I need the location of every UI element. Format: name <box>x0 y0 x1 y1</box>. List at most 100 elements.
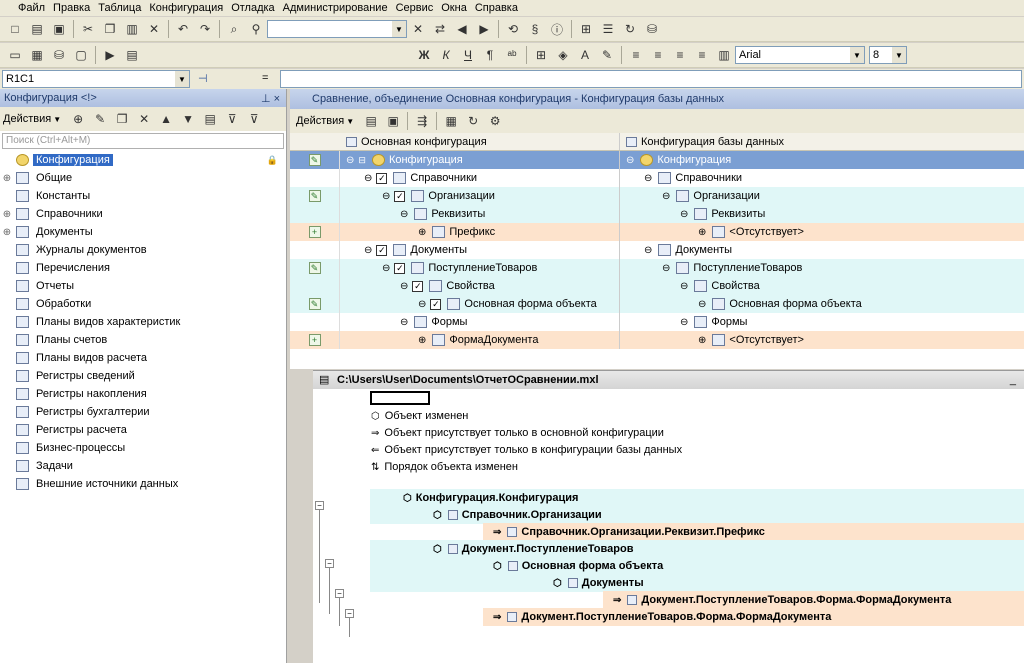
collapse-group-icon[interactable]: − <box>335 589 344 598</box>
config-db-icon[interactable]: ⛁ <box>50 46 68 64</box>
collapse-icon[interactable]: ⊖ <box>662 263 670 274</box>
clear-icon[interactable]: ✕ <box>409 20 427 38</box>
report-tree-item[interactable]: ⬡ Документ.ПоступлениеТоваров <box>433 540 633 558</box>
collapse-icon[interactable]: ⊖ <box>382 191 390 202</box>
header-db-col[interactable]: Конфигурация базы данных <box>620 133 1024 150</box>
db-icon[interactable]: ⛁ <box>643 20 661 38</box>
menu-table[interactable]: Таблица <box>94 2 145 14</box>
tree-item[interactable]: Перечисления <box>0 259 286 277</box>
refresh-icon[interactable]: ↻ <box>464 112 482 130</box>
highlight-icon[interactable]: ✎ <box>598 46 616 64</box>
chevron-down-icon[interactable]: ▼ <box>53 115 61 124</box>
text-color-icon[interactable]: A <box>576 46 594 64</box>
expand-icon[interactable]: ⊕ <box>0 209 14 220</box>
tree-item[interactable]: Задачи <box>0 457 286 475</box>
tree-item[interactable]: Регистры бухгалтерии <box>0 403 286 421</box>
underline-icon[interactable]: Ч <box>459 46 477 64</box>
cut-icon[interactable]: ✂ <box>79 20 97 38</box>
add-mark-icon[interactable]: + <box>308 334 321 346</box>
group-bracket[interactable]: − <box>345 609 358 637</box>
tree-item[interactable]: Конфигурация 🔒 <box>0 151 286 169</box>
collapse-icon[interactable]: ⊖ <box>644 245 652 256</box>
tree-item[interactable]: Внешние источники данных <box>0 475 286 493</box>
tree-item[interactable]: Журналы документов <box>0 241 286 259</box>
save-icon[interactable]: ▣ <box>50 20 68 38</box>
save-icon[interactable]: ▣ <box>384 112 402 130</box>
collapse-icon[interactable]: ⊕ <box>698 227 706 238</box>
compare-row[interactable]: + ⊕ Префикс ⊕ <Отсутствует> <box>290 223 1024 241</box>
compare-actions-button[interactable]: Действия <box>296 115 344 127</box>
align-left-icon[interactable]: ≡ <box>627 46 645 64</box>
debug-icon[interactable]: ▤ <box>123 46 141 64</box>
module-icon[interactable]: § <box>526 20 544 38</box>
collapse-icon[interactable]: ⊖ <box>626 155 634 166</box>
delete-icon[interactable]: ✕ <box>145 20 163 38</box>
collapse-icon[interactable]: ⊕ <box>418 335 426 346</box>
edit-mark-icon[interactable]: ✎ <box>308 298 321 310</box>
menu-file[interactable]: Файл <box>0 2 49 14</box>
report-tree-item[interactable]: ⇒ Справочник.Организации.Реквизит.Префикс <box>493 523 765 541</box>
compare-row[interactable]: ⊖ ✓ Справочники ⊖ Справочники <box>290 169 1024 187</box>
checkbox[interactable]: ✓ <box>376 172 388 184</box>
actions-button[interactable]: Действия <box>3 113 51 125</box>
align-center-icon[interactable]: ≡ <box>649 46 667 64</box>
window-icon[interactable]: ▢ <box>72 46 90 64</box>
menu-edit[interactable]: Правка <box>49 2 94 14</box>
compare-row[interactable]: ✎ ⊖ ✓ ПоступлениеТоваров ⊖ ПоступлениеТоваров <box>290 259 1024 277</box>
report-tree-item[interactable]: ⬡ Справочник.Организации <box>433 506 602 524</box>
menu-administration[interactable]: Администрирование <box>279 2 392 14</box>
find-icon[interactable]: ⌕ <box>225 20 243 38</box>
collapse-icon[interactable]: ⊕ <box>698 335 706 346</box>
collapse-icon[interactable]: ⊖ <box>418 299 426 310</box>
refresh-icon[interactable]: ↻ <box>621 20 639 38</box>
report-icon[interactable]: ▦ <box>442 112 460 130</box>
move-down-icon[interactable]: ▼ <box>179 110 197 128</box>
settings-icon[interactable]: ⚙ <box>486 112 504 130</box>
compare-row[interactable]: ✎ ⊖ ✓ Организации ⊖ Организации <box>290 187 1024 205</box>
collapse-icon[interactable]: ⊖ <box>680 317 688 328</box>
filter-clear-icon[interactable]: ⊽ <box>245 110 263 128</box>
replace-icon[interactable]: ⇄ <box>431 20 449 38</box>
collapse-icon[interactable]: ⊖ <box>346 155 354 166</box>
add-mark-icon[interactable]: + <box>308 226 321 238</box>
collapse-icon[interactable]: ⊖ <box>680 209 688 220</box>
compare-row[interactable]: ✎ ⊖ ⊟ Конфигурация ⊖ Конфигурация <box>290 151 1024 169</box>
align-right-icon[interactable]: ≡ <box>671 46 689 64</box>
tree-item[interactable]: Обработки <box>0 295 286 313</box>
menu-service[interactable]: Сервис <box>392 2 438 14</box>
expand-icon[interactable]: ⊕ <box>0 173 14 184</box>
font-icon[interactable]: ¶ <box>481 46 499 64</box>
collapse-icon[interactable]: ⊖ <box>662 191 670 202</box>
tree-item[interactable]: Константы <box>0 187 286 205</box>
list-icon[interactable]: ☰ <box>599 20 617 38</box>
compare-row[interactable]: + ⊕ ФормаДокумента ⊕ <Отсутствует> <box>290 331 1024 349</box>
group-bracket[interactable]: − <box>315 501 328 603</box>
chevron-down-icon[interactable]: ▼ <box>175 71 189 87</box>
panel-pin-close-icon[interactable]: ⊥ × <box>261 92 280 105</box>
merge-icon[interactable]: ⇶ <box>413 112 431 130</box>
format-icon[interactable]: ▥ <box>715 46 733 64</box>
search-icon[interactable]: ⚲ <box>247 20 265 38</box>
font-name-combo[interactable]: Arial ▼ <box>735 46 865 64</box>
delete-icon[interactable]: ✕ <box>135 110 153 128</box>
group-bracket[interactable]: − <box>335 589 348 626</box>
collapse-group-icon[interactable]: − <box>345 609 354 618</box>
italic-icon[interactable]: К <box>437 46 455 64</box>
bold-icon[interactable]: Ж <box>415 46 433 64</box>
tree-item[interactable]: Регистры накопления <box>0 385 286 403</box>
group-bracket[interactable]: − <box>325 559 338 614</box>
collapse-icon[interactable]: ⊖ <box>400 281 408 292</box>
menu-debug[interactable]: Отладка <box>227 2 278 14</box>
cell-ref-combo[interactable]: R1C1 ▼ <box>2 70 190 88</box>
tree-item[interactable]: Регистры сведений <box>0 367 286 385</box>
open-folder-icon[interactable]: ▤ <box>362 112 380 130</box>
report-tree-item[interactable]: ⬡ Конфигурация.Конфигурация <box>403 489 578 507</box>
compare-row[interactable]: ⊖ Реквизиты ⊖ Реквизиты <box>290 205 1024 223</box>
chevron-down-icon[interactable]: ▼ <box>392 21 406 37</box>
move-up-icon[interactable]: ▲ <box>157 110 175 128</box>
report-tree-item[interactable]: ⇒ Документ.ПоступлениеТоваров.Форма.Форма… <box>613 591 951 609</box>
tree-item[interactable]: ⊕ Общие <box>0 169 286 187</box>
open-icon[interactable]: ▤ <box>28 20 46 38</box>
tree-item[interactable]: Планы видов расчета <box>0 349 286 367</box>
collapse-icon[interactable]: ⊖ <box>698 299 706 310</box>
